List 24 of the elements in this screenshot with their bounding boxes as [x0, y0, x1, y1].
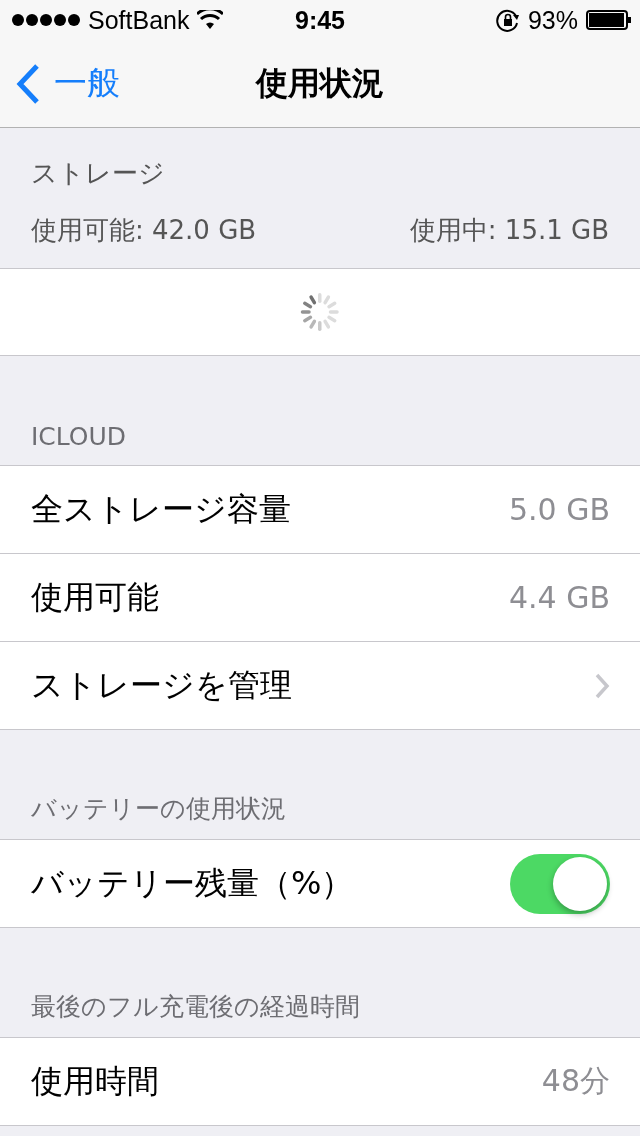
signal-icon: [12, 13, 80, 27]
row-label: 使用時間: [31, 1060, 159, 1102]
battery-percent: 93%: [527, 5, 578, 35]
storage-used: 使用中: 15.1 GB: [409, 214, 609, 247]
toggle-switch[interactable]: [510, 853, 610, 914]
row-value: 5.0 GB: [508, 492, 610, 527]
row-label: 使用可能: [31, 576, 159, 618]
chevron-icon: [16, 63, 40, 104]
row-value: 4.4 GB: [508, 580, 610, 615]
row-label: バッテリー残量（%）: [31, 862, 354, 904]
rotation-lock-icon: [495, 8, 520, 32]
row-label: ストレージを管理: [31, 664, 292, 706]
row-value: 48分: [541, 1062, 610, 1100]
section-header: ストレージ: [31, 157, 166, 190]
list-row[interactable]: ストレージを管理: [0, 641, 640, 729]
chevron-right-icon: [594, 672, 610, 699]
battery-icon: [586, 10, 632, 30]
screen-title: 使用状況: [256, 62, 384, 104]
storage-available: 使用可能: 42.0 GB: [31, 214, 257, 247]
carrier-name: SoftBank: [88, 5, 190, 35]
wifi-icon: [197, 10, 224, 30]
back-button[interactable]: 一般: [0, 61, 120, 106]
row-label: 全ストレージ容量: [31, 488, 291, 530]
status-time: 9:45: [295, 5, 345, 35]
